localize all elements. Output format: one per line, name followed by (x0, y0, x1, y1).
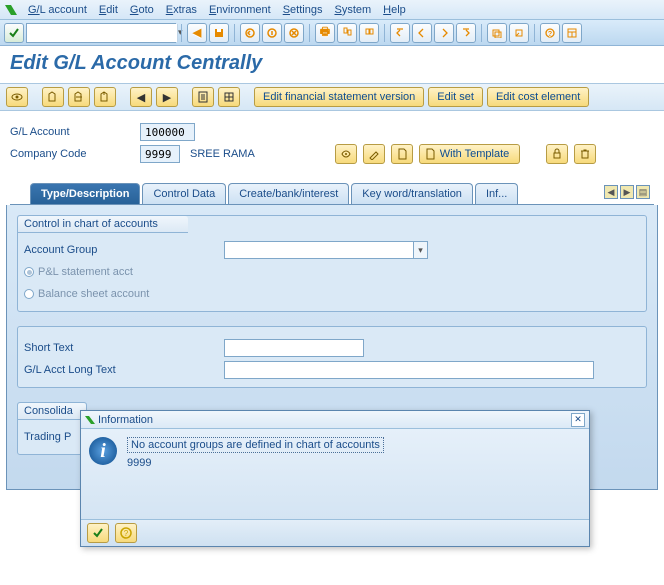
first-page-icon[interactable] (390, 23, 410, 43)
cancel-icon[interactable] (284, 23, 304, 43)
svg-text:?: ? (548, 31, 552, 38)
command-input[interactable] (27, 24, 177, 42)
dialog-sap-icon (85, 415, 95, 425)
dialog-ok-button[interactable] (87, 523, 109, 543)
group-control-chart: Control in chart of accounts Account Gro… (17, 215, 647, 312)
long-text-input[interactable] (224, 361, 594, 379)
tab-control-data[interactable]: Control Data (142, 183, 226, 204)
command-field[interactable]: ▾ (26, 23, 176, 43)
application-toolbar: ◀ ▶ Edit financial statement version Edi… (0, 83, 664, 111)
long-text-label: G/L Acct Long Text (24, 364, 224, 376)
next-button[interactable]: ▶ (156, 87, 178, 107)
create-ref-button[interactable] (68, 87, 90, 107)
tab-create-bank-interest[interactable]: Create/bank/interest (228, 183, 349, 204)
group-control-chart-title: Control in chart of accounts (18, 216, 188, 233)
company-code-desc: SREE RAMA (190, 148, 255, 160)
trading-partner-label: Trading P (24, 431, 80, 443)
short-text-label: Short Text (24, 342, 224, 354)
with-template-button[interactable]: With Template (419, 144, 521, 164)
prev-button[interactable]: ◀ (130, 87, 152, 107)
menu-extras[interactable]: Extras (160, 4, 203, 16)
standard-toolbar: ▾ ◀ 🖶 ? (0, 20, 664, 46)
menu-goto[interactable]: Goto (124, 4, 160, 16)
page-title: Edit G/L Account Centrally (0, 46, 664, 83)
tab-scroll-left[interactable]: ◀ (604, 185, 618, 199)
dialog-message-line1: No account groups are defined in chart o… (127, 437, 384, 453)
company-code-input[interactable] (140, 145, 180, 163)
save-button[interactable] (209, 23, 229, 43)
dialog-message-line2: 9999 (127, 457, 151, 469)
layout-icon[interactable] (562, 23, 582, 43)
menu-bar: G/L account Edit Goto Extras Environment… (0, 0, 664, 20)
tab-type-description[interactable]: Type/Description (30, 183, 140, 204)
menu-gl-account[interactable]: G/L account (22, 4, 93, 16)
exit-icon[interactable] (262, 23, 282, 43)
dialog-help-button[interactable]: ? (115, 523, 137, 543)
header-form: G/L Account Company Code SREE RAMA With … (0, 111, 664, 205)
menu-edit[interactable]: Edit (93, 4, 124, 16)
menu-system[interactable]: System (328, 4, 377, 16)
help-icon[interactable]: ? (540, 23, 560, 43)
new-doc-icon-button[interactable] (391, 144, 413, 164)
print-icon[interactable]: 🖶 (315, 23, 335, 43)
radio-circle-icon (24, 267, 34, 277)
group-consolidation-title: Consolida (18, 403, 86, 420)
change-button[interactable] (94, 87, 116, 107)
menu-help[interactable]: Help (377, 4, 412, 16)
tab-information[interactable]: Inf... (475, 183, 518, 204)
short-text-input[interactable] (224, 339, 364, 357)
dialog-close-button[interactable]: ✕ (571, 413, 585, 427)
company-code-label: Company Code (10, 148, 140, 160)
tab-list-button[interactable]: ▤ (636, 185, 650, 199)
tab-scroll-right[interactable]: ▶ (620, 185, 634, 199)
sap-menu-icon[interactable] (4, 3, 18, 17)
find-icon[interactable] (337, 23, 357, 43)
find-next-icon[interactable] (359, 23, 379, 43)
tab-key-word-translation[interactable]: Key word/translation (351, 183, 473, 204)
detail-button[interactable] (192, 87, 214, 107)
enter-button[interactable] (4, 23, 24, 43)
radio-bs-label: Balance sheet account (38, 288, 149, 300)
radio-pl-label: P&L statement acct (38, 266, 133, 278)
change-icon-button[interactable] (363, 144, 385, 164)
edit-fin-stmt-button[interactable]: Edit financial statement version (254, 87, 424, 107)
group-texts: Short Text G/L Acct Long Text (17, 326, 647, 388)
group-consolidation: Consolida Trading P (17, 402, 87, 455)
menu-environment[interactable]: Environment (203, 4, 277, 16)
svg-text:?: ? (124, 529, 129, 538)
radio-circle-icon (24, 289, 34, 299)
back-icon[interactable] (240, 23, 260, 43)
new-session-icon[interactable] (487, 23, 507, 43)
create-button[interactable] (42, 87, 64, 107)
account-group-dropdown-icon[interactable]: ▾ (414, 241, 428, 259)
next-page-icon[interactable] (434, 23, 454, 43)
tab-strip: Type/Description Control Data Create/ban… (10, 183, 654, 205)
display-icon-button[interactable] (335, 144, 357, 164)
menu-settings[interactable]: Settings (277, 4, 329, 16)
back-button[interactable]: ◀ (187, 23, 207, 43)
radio-balance-sheet[interactable]: Balance sheet account (24, 288, 149, 300)
information-dialog: Information ✕ i No account groups are de… (80, 410, 590, 547)
prev-page-icon[interactable] (412, 23, 432, 43)
gl-account-label: G/L Account (10, 126, 140, 138)
shortcut-icon[interactable] (509, 23, 529, 43)
radio-pl-statement[interactable]: P&L statement acct (24, 266, 133, 278)
delete-button[interactable] (574, 144, 596, 164)
gl-account-input[interactable] (140, 123, 195, 141)
with-template-label: With Template (440, 148, 510, 160)
lock-button[interactable] (546, 144, 568, 164)
dialog-title: Information (98, 414, 153, 426)
account-group-label: Account Group (24, 244, 224, 256)
account-group-input[interactable] (224, 241, 414, 259)
display-button[interactable] (6, 87, 28, 107)
edit-cost-element-button[interactable]: Edit cost element (487, 87, 589, 107)
overview-button[interactable] (218, 87, 240, 107)
edit-set-button[interactable]: Edit set (428, 87, 483, 107)
last-page-icon[interactable] (456, 23, 476, 43)
info-icon: i (89, 437, 117, 465)
